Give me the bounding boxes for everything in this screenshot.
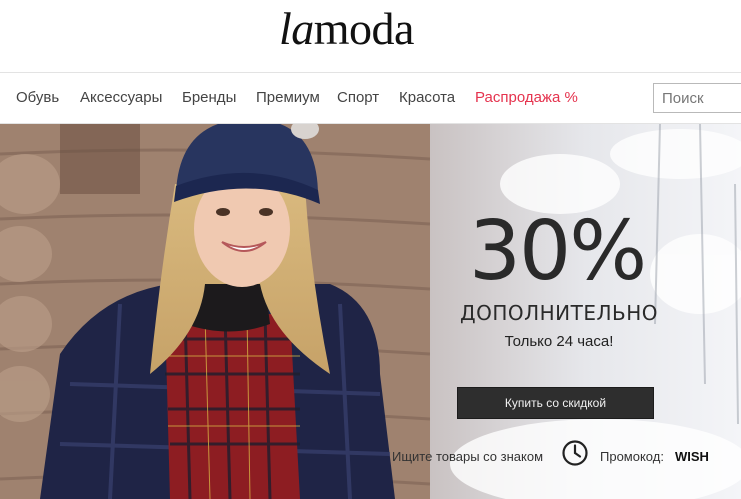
nav-item-beauty[interactable]: Красота: [399, 89, 455, 106]
discount-headline: 30%: [468, 204, 647, 299]
search-input[interactable]: [653, 83, 741, 113]
nav-item-sport[interactable]: Спорт: [337, 89, 379, 106]
nav-item-sale[interactable]: Распродажа %: [475, 89, 578, 106]
nav-item-premium[interactable]: Премиум: [256, 89, 320, 106]
nav-item-brands[interactable]: Бренды: [182, 89, 236, 106]
promo-banner[interactable]: 30% ДОПОЛНИТЕЛЬНО Только 24 часа! Купить…: [0, 124, 741, 499]
hint-text: Ищите товары со знаком: [392, 449, 544, 464]
lamoda-logo[interactable]: lamoda: [279, 2, 414, 55]
clock-icon: [562, 440, 588, 466]
logo-moda: moda: [313, 3, 415, 54]
discount-subheadline: ДОПОЛНИТЕЛЬНО: [459, 301, 659, 325]
promo-code-value: WISH: [675, 449, 709, 464]
nav-item-shoes[interactable]: Обувь: [16, 89, 59, 106]
header: lamoda: [0, 0, 741, 72]
logo-la: la: [279, 3, 314, 54]
discount-note: Только 24 часа!: [504, 333, 614, 350]
promo-code-label: Промокод:: [600, 449, 664, 464]
main-nav: Обувь Аксессуары Бренды Премиум Спорт Кр…: [0, 72, 741, 124]
nav-item-accessories[interactable]: Аксессуары: [80, 89, 162, 106]
buy-with-discount-button[interactable]: Купить со скидкой: [457, 387, 654, 419]
